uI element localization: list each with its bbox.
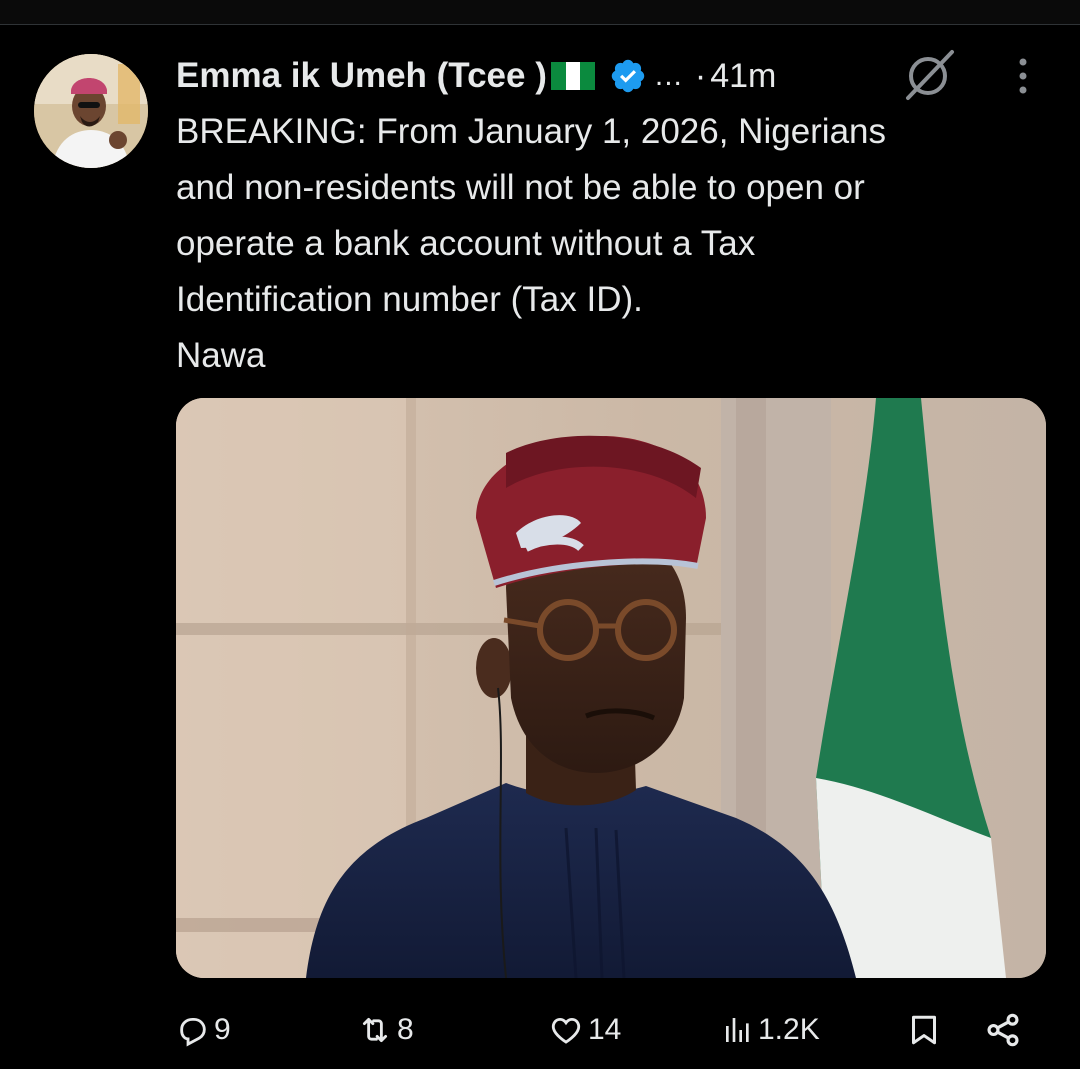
tweet-media-photo[interactable] <box>176 398 1046 978</box>
views-count: 1.2K <box>758 1013 820 1046</box>
heart-icon <box>551 1017 581 1044</box>
grok-slash-icon[interactable] <box>900 46 960 102</box>
top-divider <box>0 0 1080 25</box>
tweet-text-line: operate a bank account without a Tax <box>176 224 756 263</box>
more-vertical-icon[interactable] <box>1006 56 1040 96</box>
meta-separator: · <box>694 56 707 95</box>
share-icon <box>987 1013 1019 1047</box>
views-chart-icon <box>726 1018 749 1042</box>
share-button[interactable] <box>984 1006 1022 1054</box>
like-button[interactable]: 14 <box>548 1006 621 1054</box>
repost-count: 8 <box>397 1013 414 1046</box>
verified-badge-icon[interactable] <box>609 57 647 95</box>
tweet-header: Emma ik Umeh (Tcee ) ... · 41m <box>176 52 776 100</box>
reply-button[interactable]: 9 <box>176 1006 231 1054</box>
name-truncation: ... <box>654 59 683 92</box>
tweet-text: BREAKING: From January 1, 2026, Nigerian… <box>176 104 1056 384</box>
reply-count: 9 <box>214 1013 231 1046</box>
tweet-text-line: and non-residents will not be able to op… <box>176 168 865 207</box>
reply-icon <box>180 1017 206 1047</box>
tweet-timestamp[interactable]: 41m <box>710 57 776 96</box>
tweet-actions-bar: 9 8 14 1.2K <box>0 998 1080 1062</box>
avatar-image <box>34 54 148 168</box>
repost-button[interactable]: 8 <box>357 1006 414 1054</box>
author-avatar[interactable] <box>34 54 148 168</box>
views-button[interactable]: 1.2K <box>722 1006 820 1054</box>
tweet-text-line: Nawa <box>176 336 266 375</box>
tweet-text-line: Identification number (Tax ID). <box>176 280 643 319</box>
author-display-name[interactable]: Emma ik Umeh (Tcee ) <box>176 56 547 96</box>
bookmark-button[interactable] <box>906 1006 942 1054</box>
repost-icon <box>362 1017 388 1043</box>
nigeria-flag-icon <box>550 62 595 90</box>
tweet-text-line: BREAKING: From January 1, 2026, Nigerian… <box>176 112 887 151</box>
bookmark-icon <box>912 1015 936 1045</box>
like-count: 14 <box>588 1013 622 1046</box>
